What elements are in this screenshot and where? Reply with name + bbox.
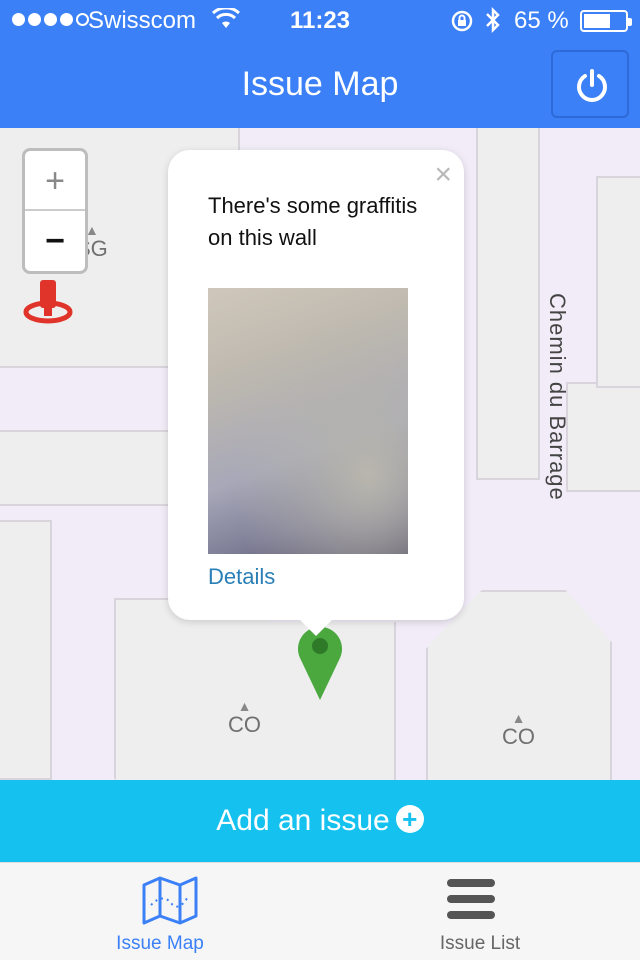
map-building: [114, 598, 396, 780]
tab-bar: Issue Map Issue List: [0, 862, 640, 960]
page-title: Issue Map: [241, 65, 399, 103]
road-label: Chemin du Barrage: [545, 293, 570, 501]
current-location-marker: [22, 276, 78, 329]
bluetooth-icon: [484, 6, 502, 41]
tab-label: Issue List: [439, 933, 521, 954]
map-label: ▲ CO: [228, 698, 261, 737]
map-icon: [142, 876, 198, 925]
issue-marker[interactable]: [296, 624, 344, 707]
issue-description: There's some graffitis on this wall: [208, 193, 418, 250]
map-building: [0, 520, 52, 780]
zoom-control: + −: [22, 148, 88, 274]
map-building: [426, 590, 612, 780]
issue-map[interactable]: Chemin du Barrage ▲ SG ▲ CO ▲ CO + − × Ther…: [0, 128, 640, 780]
plus-circle-icon: +: [395, 805, 424, 834]
battery-percent: 65 %: [514, 7, 569, 34]
battery-icon: [580, 10, 632, 32]
top-bar: Swisscom 11:23 65 % Issue Map: [0, 0, 640, 128]
close-popup-button[interactable]: ×: [434, 158, 452, 192]
tab-label: Issue Map: [116, 933, 204, 954]
zoom-out-button[interactable]: −: [25, 211, 85, 271]
map-building: [476, 128, 540, 480]
map-label: ▲ CO: [502, 710, 535, 749]
zoom-in-button[interactable]: +: [25, 151, 85, 211]
map-building: [596, 176, 640, 388]
map-building: [566, 382, 640, 492]
status-bar: Swisscom 11:23 65 %: [0, 0, 640, 40]
add-issue-label: Add an issue: [216, 804, 390, 837]
list-icon: [447, 879, 495, 919]
rotation-lock-icon: [450, 9, 474, 40]
issue-photo[interactable]: [208, 288, 408, 554]
tab-issue-map[interactable]: Issue Map: [0, 863, 320, 960]
power-icon: [577, 69, 607, 102]
tab-issue-list[interactable]: Issue List: [320, 863, 640, 960]
issue-popup: × There's some graffitis on this wall De…: [168, 150, 464, 620]
add-issue-button[interactable]: Add an issue +: [0, 780, 640, 862]
details-link[interactable]: Details: [208, 564, 275, 590]
map-building: [0, 430, 180, 506]
logout-button[interactable]: [551, 50, 629, 118]
popup-tip: [298, 618, 334, 636]
